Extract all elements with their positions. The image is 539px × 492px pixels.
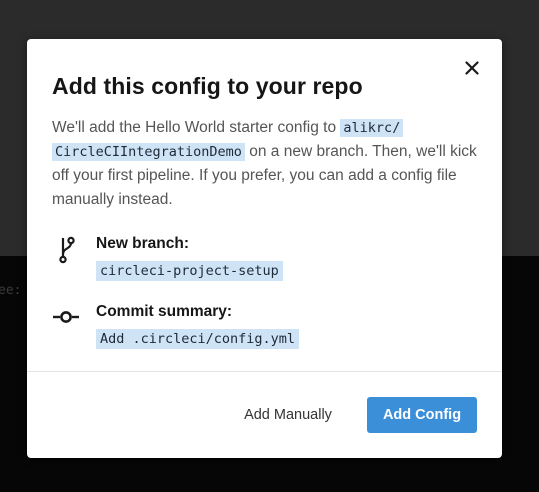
close-icon [465,61,479,75]
backdrop-text: ee: [0,283,22,298]
new-branch-label: New branch: [96,235,190,252]
modal-description: We'll add the Hello World starter config… [52,116,492,212]
add-config-button[interactable]: Add Config [367,397,477,433]
repo-name-code-2: CircleCIIntegrationDemo [52,143,245,161]
git-branch-icon [59,236,75,264]
description-text-1: We'll add the Hello World starter config… [52,119,341,136]
commit-summary-label: Commit summary: [96,303,233,320]
modal-title: Add this config to your repo [52,73,363,99]
repo-name-code-1: alikrc/ [340,119,404,137]
commit-summary-value: Add .circleci/config.yml [96,329,300,349]
footer-divider [27,371,502,372]
close-button[interactable] [461,57,483,79]
git-commit-icon [53,311,79,323]
new-branch-value: circleci-project-setup [96,261,283,281]
add-manually-button[interactable]: Add Manually [233,397,343,433]
add-config-modal: Add this config to your repo We'll add t… [27,39,502,458]
